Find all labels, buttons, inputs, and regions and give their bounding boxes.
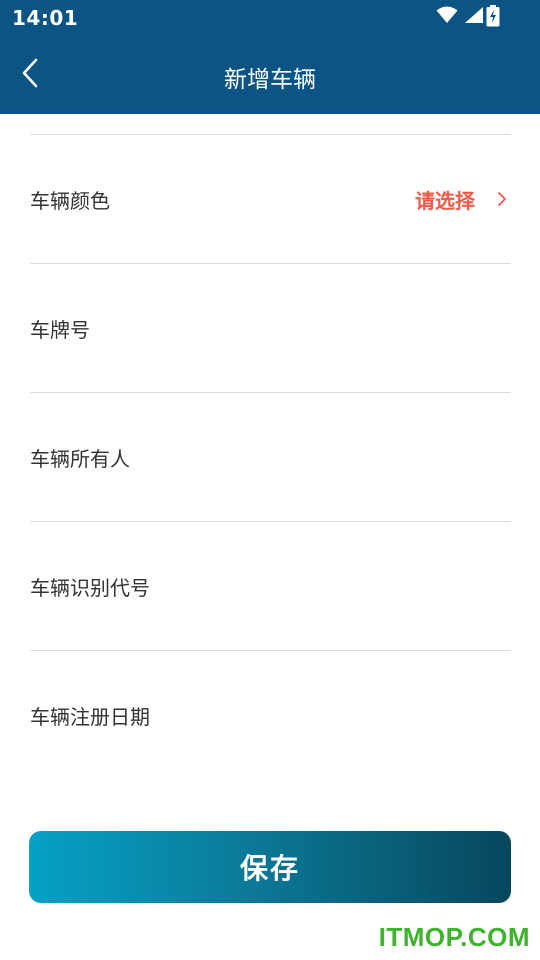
nav-bar: 新增车辆	[0, 36, 540, 114]
page-title: 新增车辆	[224, 67, 316, 93]
battery-charging-icon	[486, 5, 500, 31]
status-time: 14:01	[12, 6, 79, 30]
form-row-vin[interactable]: 车辆识别代号	[30, 522, 511, 650]
row-label: 车辆所有人	[30, 446, 130, 471]
form-row-owner[interactable]: 车辆所有人	[30, 393, 511, 521]
wifi-icon	[436, 6, 458, 28]
watermark-text: ITMOP.COM	[378, 922, 530, 952]
signal-icon	[464, 6, 484, 28]
app-header: 14:01 新增车辆	[0, 0, 540, 114]
save-button[interactable]: 保存	[29, 831, 511, 903]
form-row-vehicle-color[interactable]: 车辆颜色 请选择	[30, 135, 511, 263]
vehicle-form: 车辆颜色 请选择 车牌号 车辆所有人 车辆识别代号 车辆注册日期	[30, 114, 511, 779]
row-label: 车辆注册日期	[30, 704, 150, 729]
form-row-plate-number[interactable]: 车牌号	[30, 264, 511, 392]
row-label: 车牌号	[30, 317, 90, 342]
row-label: 车辆识别代号	[30, 575, 150, 600]
status-bar: 14:01	[0, 0, 540, 36]
row-label: 车辆颜色	[30, 188, 110, 213]
chevron-right-icon	[497, 191, 507, 207]
status-icons	[436, 6, 484, 28]
form-row-registration-date[interactable]: 车辆注册日期	[30, 651, 511, 779]
color-select-value[interactable]: 请选择	[415, 185, 475, 214]
